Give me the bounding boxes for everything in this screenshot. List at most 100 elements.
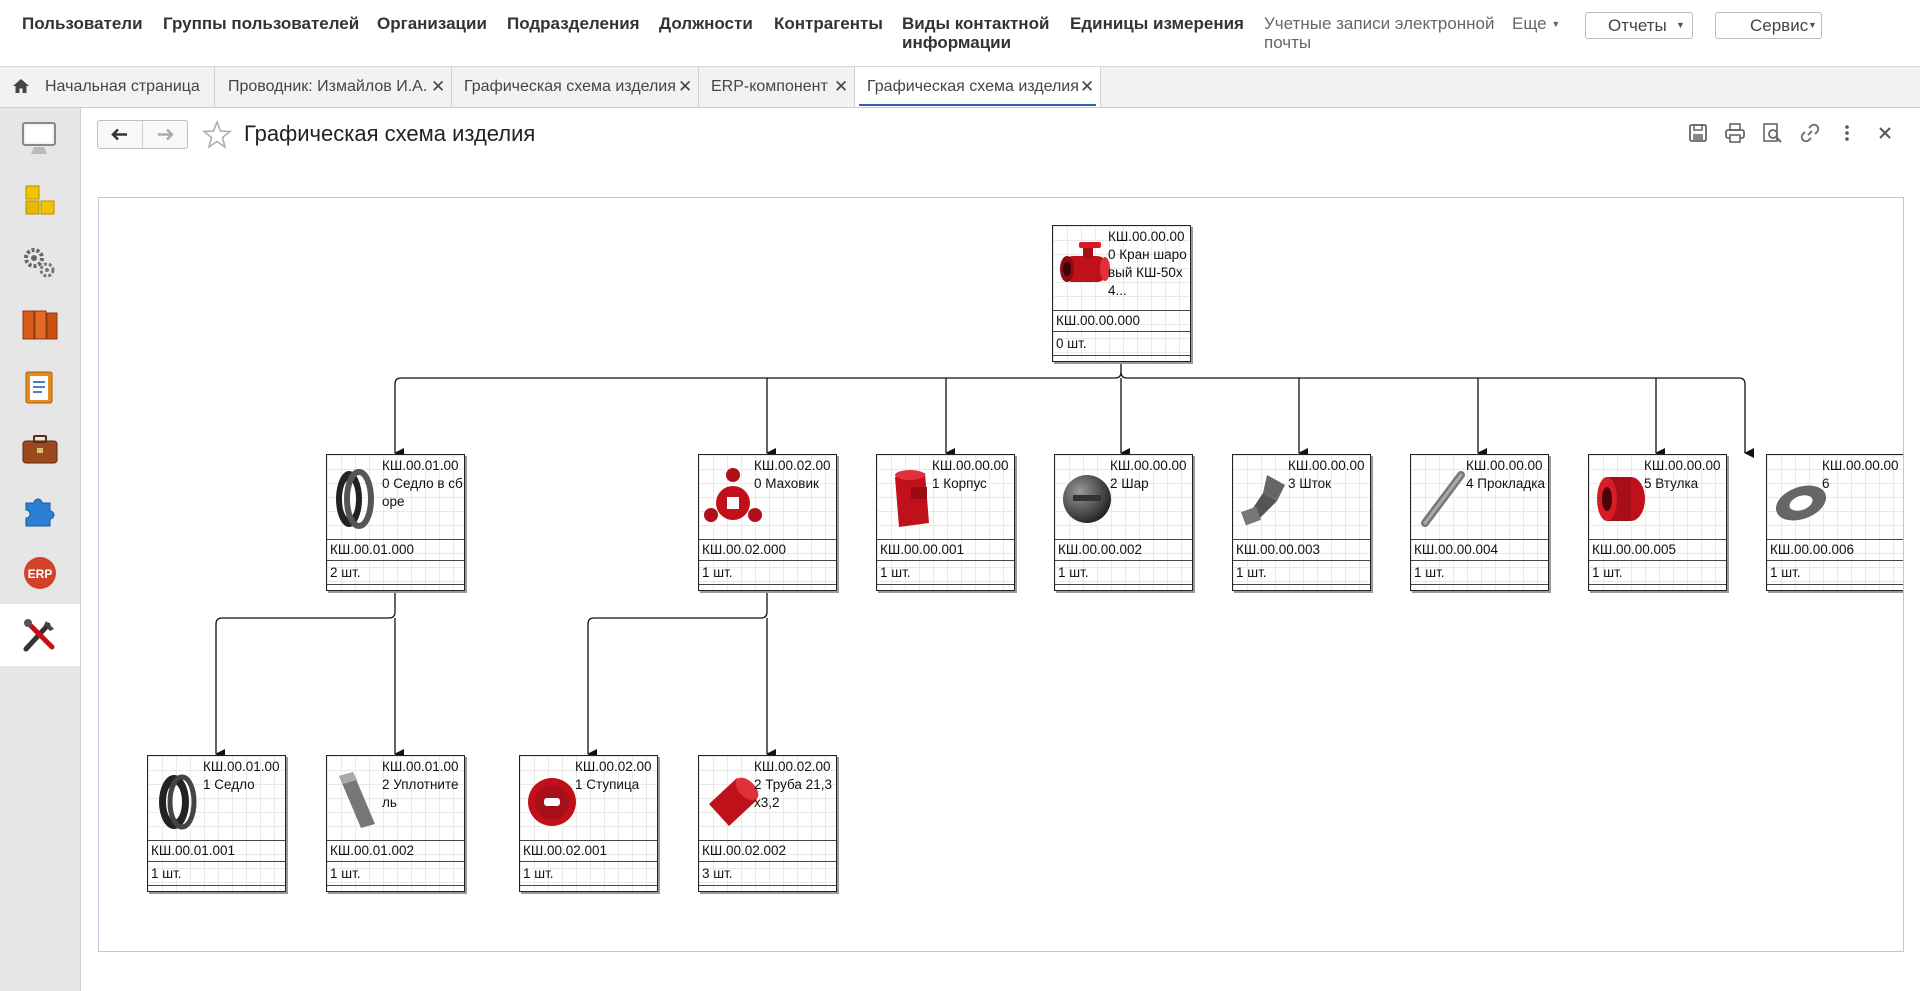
section-tasks[interactable]: [0, 356, 80, 418]
node-title: КШ.00.01.002 Уплотнитель: [382, 759, 459, 810]
node-code: КШ.00.01.002: [327, 840, 464, 862]
diagram-node-hub[interactable]: КШ.00.02.001 Ступица КШ.00.02.001 1 шт.: [519, 755, 658, 892]
close-icon[interactable]: ✕: [431, 67, 445, 107]
section-business[interactable]: [0, 418, 80, 480]
menu-more[interactable]: Еще ▼: [1512, 14, 1560, 34]
section-settings[interactable]: [0, 232, 80, 294]
reports-button[interactable]: Отчеты ▼: [1585, 12, 1693, 39]
node-code: КШ.00.00.002: [1055, 539, 1192, 561]
node-title: КШ.00.00.000 Кран шаровый КШ-50х4...: [1108, 229, 1187, 298]
arrow-left-icon: [111, 128, 127, 141]
erp-icon: ERP: [24, 557, 56, 589]
binders-icon: [22, 310, 58, 340]
node-quantity: 1 шт.: [699, 563, 836, 585]
node-code: КШ.00.00.006: [1767, 539, 1903, 561]
menu-departments[interactable]: Подразделения: [507, 14, 640, 33]
node-title: КШ.00.01.001 Седло: [203, 759, 280, 792]
menu-user-groups[interactable]: Группы пользователей: [163, 14, 359, 33]
menu-email-accounts-line1: Учетные записи электронной: [1264, 14, 1495, 33]
node-title: КШ.00.01.000 Седло в сборе: [382, 458, 463, 509]
star-icon[interactable]: [202, 120, 232, 150]
menu-positions[interactable]: Должности: [659, 14, 753, 33]
connector: [1120, 371, 1754, 458]
node-title: КШ.00.02.002 Труба 21,3х3,2: [754, 759, 832, 810]
monitor-icon: [22, 122, 56, 154]
menu-counterparties[interactable]: Контрагенты: [774, 14, 883, 33]
briefcase-icon: [22, 435, 58, 464]
node-title: КШ.00.02.001 Ступица: [575, 759, 652, 792]
node-title: КШ.00.00.002 Шар: [1110, 458, 1187, 491]
tab-product-diagram-active[interactable]: Графическая схема изделия ✕: [855, 67, 1101, 107]
diagram-node-seat-assembly[interactable]: КШ.00.01.000 Седло в сборе КШ.00.01.000 …: [326, 454, 465, 591]
diagram-node-washer[interactable]: КШ.00.00.006 КШ.00.00.006 1 шт.: [1766, 454, 1903, 591]
node-code: КШ.00.00.000: [1053, 310, 1190, 332]
node-quantity: 1 шт.: [148, 864, 285, 886]
menu-organizations[interactable]: Организации: [377, 14, 487, 33]
diagram-node-bushing[interactable]: КШ.00.00.005 Втулка КШ.00.00.005 1 шт.: [1588, 454, 1727, 591]
node-title: КШ.00.00.003 Шток: [1288, 458, 1365, 491]
product-structure-diagram[interactable]: КШ.00.00.000 Кран шаровый КШ-50х4... КШ.…: [98, 197, 1904, 952]
diagram-node-valve[interactable]: КШ.00.00.000 Кран шаровый КШ-50х4... КШ.…: [1052, 225, 1191, 362]
diagram-node-seal[interactable]: КШ.00.01.002 Уплотнитель КШ.00.01.002 1 …: [326, 755, 465, 892]
tab-bar: Начальная страница Проводник: Измайлов И…: [0, 67, 1920, 108]
section-documents[interactable]: [0, 294, 80, 356]
node-quantity: 0 шт.: [1053, 334, 1190, 356]
menu-email-accounts-line2: почты: [1264, 33, 1312, 52]
diagram-node-handwheel[interactable]: КШ.00.02.000 Маховик КШ.00.02.000 1 шт.: [698, 454, 837, 591]
node-code: КШ.00.02.002: [699, 840, 836, 862]
diagram-canvas: КШ.00.00.000 Кран шаровый КШ-50х4... КШ.…: [99, 198, 1903, 951]
save-icon[interactable]: [1687, 122, 1709, 144]
service-caret-icon: ▼: [1808, 20, 1817, 30]
node-code: КШ.00.00.003: [1233, 539, 1370, 561]
menu-email-accounts[interactable]: Учетные записи электронной почты: [1264, 14, 1495, 52]
node-quantity: 1 шт.: [327, 864, 464, 886]
close-icon[interactable]: ✕: [834, 67, 848, 107]
close-icon[interactable]: ✕: [678, 67, 692, 107]
more-actions-icon[interactable]: [1836, 122, 1858, 144]
menu-units[interactable]: Единицы измерения: [1070, 14, 1244, 33]
tab-erp-component[interactable]: ERP-компонент ✕: [699, 67, 855, 107]
node-code: КШ.00.00.004: [1411, 539, 1548, 561]
print-icon[interactable]: [1724, 122, 1746, 144]
diagram-node-pipe[interactable]: КШ.00.02.002 Труба 21,3х3,2 КШ.00.02.002…: [698, 755, 837, 892]
connector: [395, 361, 1122, 453]
node-quantity: 1 шт.: [1767, 563, 1903, 585]
tab-product-diagram-1[interactable]: Графическая схема изделия ✕: [452, 67, 699, 107]
section-catalogs[interactable]: [0, 170, 80, 232]
arrow-right-icon: [158, 128, 174, 141]
tab-explorer-label: Проводник: Измайлов И.А.: [228, 78, 428, 95]
erp-icon-label: ERP: [28, 567, 53, 581]
section-extensions[interactable]: [0, 480, 80, 542]
node-title: КШ.00.00.005 Втулка: [1644, 458, 1721, 491]
service-button[interactable]: Сервис ▼: [1715, 12, 1822, 39]
more-caret-icon: ▼: [1551, 19, 1561, 30]
tab-explorer[interactable]: Проводник: Измайлов И.А. ✕: [215, 67, 452, 107]
clipboard-icon: [25, 371, 53, 404]
node-quantity: 1 шт.: [520, 864, 657, 886]
tab-home-label: Начальная страница: [45, 78, 200, 95]
diagram-node-gasket[interactable]: КШ.00.00.004 Прокладка КШ.00.00.004 1 шт…: [1410, 454, 1549, 591]
tab-erp-component-label: ERP-компонент: [711, 78, 828, 95]
menu-contact-info-types[interactable]: Виды контактной информации: [902, 14, 1049, 52]
link-icon[interactable]: [1799, 122, 1821, 144]
section-administration[interactable]: [0, 604, 80, 666]
node-quantity: 1 шт.: [1055, 563, 1192, 585]
menu-users[interactable]: Пользователи: [22, 14, 143, 33]
navigation-buttons: [97, 120, 188, 149]
node-quantity: 1 шт.: [1233, 563, 1370, 585]
close-icon[interactable]: ✕: [1080, 67, 1094, 107]
close-form-icon[interactable]: [1874, 122, 1896, 144]
diagram-node-stem[interactable]: КШ.00.00.003 Шток КШ.00.00.003 1 шт.: [1232, 454, 1371, 591]
tab-home[interactable]: Начальная страница: [0, 67, 215, 107]
diagram-node-seat[interactable]: КШ.00.01.001 Седло КШ.00.01.001 1 шт.: [147, 755, 286, 892]
section-erp[interactable]: ERP: [0, 542, 80, 604]
node-quantity: 1 шт.: [877, 563, 1014, 585]
back-button[interactable]: [98, 121, 143, 148]
section-desktop[interactable]: [0, 108, 80, 170]
diagram-node-ball[interactable]: КШ.00.00.002 Шар КШ.00.00.002 1 шт.: [1054, 454, 1193, 591]
reports-button-label: Отчеты: [1608, 16, 1667, 35]
connector: [215, 589, 396, 759]
preview-icon[interactable]: [1761, 122, 1783, 144]
forward-button[interactable]: [143, 121, 187, 148]
diagram-node-body[interactable]: КШ.00.00.001 Корпус КШ.00.00.001 1 шт.: [876, 454, 1015, 591]
